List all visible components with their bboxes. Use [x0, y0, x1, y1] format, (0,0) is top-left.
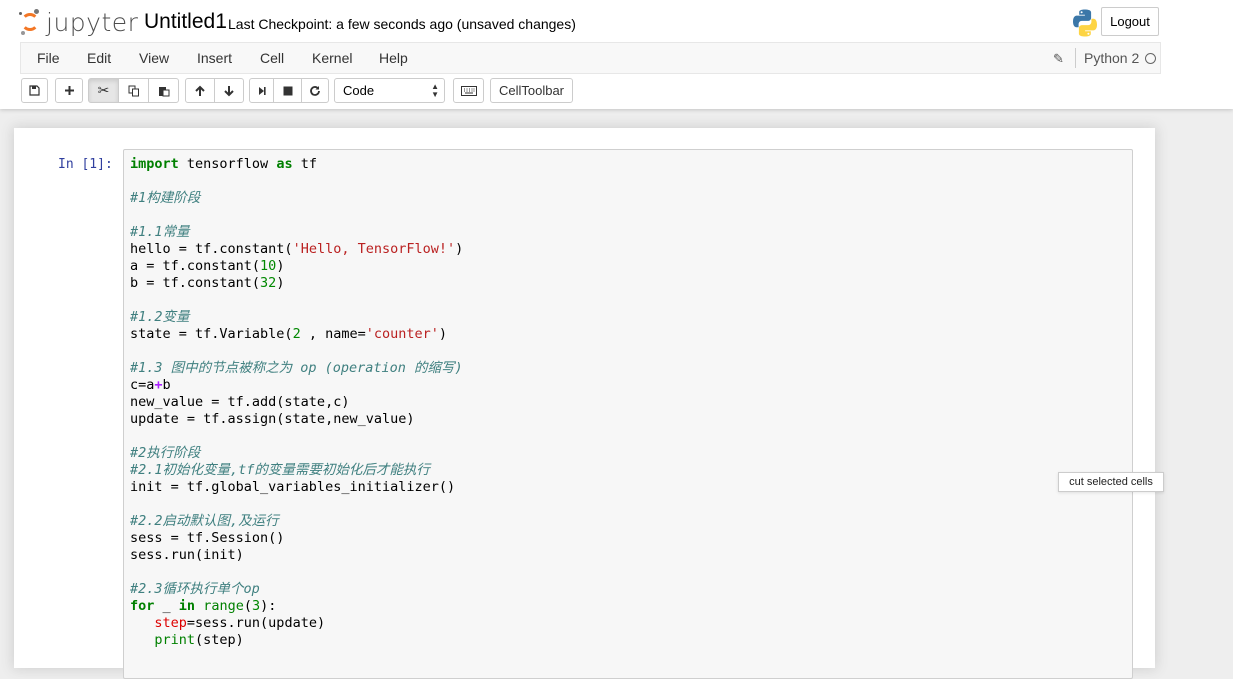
kernel-separator: [1075, 48, 1076, 68]
code-line: sess.run(init): [130, 547, 244, 563]
jupyter-logo[interactable]: jupyter: [19, 7, 139, 37]
code-line: #2执行阶段: [130, 445, 201, 461]
code-line: hello = tf.constant('Hello, TensorFlow!'…: [130, 241, 464, 257]
tooltip: cut selected cells: [1058, 472, 1164, 492]
cell-type-select[interactable]: Code ▲ ▼: [334, 78, 445, 103]
scissors-icon: ✂: [97, 82, 110, 98]
copy-button[interactable]: [118, 78, 149, 103]
refresh-icon: [310, 85, 320, 96]
logo-text: jupyter: [46, 7, 139, 37]
code-line: c=a+b: [130, 377, 171, 393]
stop-icon: [283, 86, 292, 95]
menu-bar: File Edit View Insert Cell Kernel Help ✎…: [20, 42, 1161, 74]
paste-button[interactable]: [148, 78, 179, 103]
code-line: for _ in range(3):: [130, 598, 277, 614]
code-line: new_value = tf.add(state,c): [130, 394, 350, 410]
code-line: print(step): [154, 632, 244, 648]
arrow-down-icon: [224, 85, 234, 96]
select-arrows-icon: ▲ ▼: [431, 82, 439, 99]
code-editor[interactable]: import tensorflow as tf #1构建阶段 #1.1常量 he…: [130, 156, 463, 649]
checkpoint-status: Last Checkpoint: a few seconds ago (unsa…: [228, 16, 576, 32]
menu-insert[interactable]: Insert: [197, 50, 232, 66]
code-line: state = tf.Variable(2 , name='counter'): [130, 326, 448, 342]
code-line: update = tf.assign(state,new_value): [130, 411, 415, 427]
keyboard-icon: [460, 85, 477, 96]
step-forward-icon: [258, 86, 266, 95]
header: jupyter Untitled1 Last Checkpoint: a few…: [0, 0, 1233, 109]
menu-edit[interactable]: Edit: [87, 50, 111, 66]
code-line: init = tf.global_variables_initializer(): [130, 479, 456, 495]
move-down-button[interactable]: [214, 78, 244, 103]
cell-type-value: Code: [343, 83, 375, 98]
code-line: #2.3循环执行单个op: [130, 581, 260, 597]
python-logo-icon: [1073, 9, 1097, 37]
arrow-up-icon: [195, 85, 205, 96]
notebook-name[interactable]: Untitled1: [144, 10, 227, 34]
input-prompt: In [1]:: [58, 157, 113, 172]
code-line: #1.1常量: [130, 224, 190, 240]
insert-cell-button[interactable]: [55, 78, 83, 103]
menu-file[interactable]: File: [37, 50, 60, 66]
code-line: step=sess.run(update): [154, 615, 326, 631]
code-line: #1.2变量: [130, 309, 190, 325]
kernel-status-icon: [1145, 53, 1156, 64]
code-line: import tensorflow as tf: [130, 156, 317, 172]
kernel-name: Python 2: [1084, 50, 1140, 66]
code-line: #1构建阶段: [130, 190, 201, 206]
jupyter-logo-icon: [19, 9, 43, 35]
menu-help[interactable]: Help: [379, 50, 408, 66]
move-up-button[interactable]: [185, 78, 215, 103]
notebook-container: In [1]: import tensorflow as tf #1构建阶段 #…: [14, 128, 1155, 679]
logout-button[interactable]: Logout: [1101, 7, 1159, 36]
restart-button[interactable]: [301, 78, 329, 103]
toolbar: ✂ Code ▲ ▼ CellToolbar: [0, 78, 1233, 106]
code-line: #1.3 图中的节点被称之为 op (operation 的缩写): [130, 360, 463, 376]
menu-view[interactable]: View: [139, 50, 169, 66]
menu-kernel[interactable]: Kernel: [312, 50, 352, 66]
code-cell-input[interactable]: import tensorflow as tf #1构建阶段 #1.1常量 he…: [123, 149, 1133, 679]
save-icon: [29, 85, 40, 96]
top-bar: jupyter Untitled1 Last Checkpoint: a few…: [0, 0, 1233, 44]
code-line: a = tf.constant(10): [130, 258, 285, 274]
celltoolbar-button[interactable]: CellToolbar: [490, 78, 573, 103]
copy-icon: [128, 85, 139, 96]
code-line: sess = tf.Session(): [130, 530, 285, 546]
plus-icon: [64, 86, 74, 95]
save-button[interactable]: [21, 78, 48, 103]
code-line: b = tf.constant(32): [130, 275, 285, 291]
edit-pencil-icon[interactable]: ✎: [1053, 51, 1064, 67]
code-line: #2.1初始化变量,tf的变量需要初始化后才能执行: [130, 462, 430, 478]
interrupt-button[interactable]: [273, 78, 302, 103]
command-palette-button[interactable]: [453, 78, 484, 103]
code-line: #2.2启动默认图,及运行: [130, 513, 279, 529]
cut-button[interactable]: ✂: [88, 78, 119, 103]
paste-icon: [158, 86, 169, 96]
menu-cell[interactable]: Cell: [260, 50, 284, 66]
run-button[interactable]: [249, 78, 274, 103]
